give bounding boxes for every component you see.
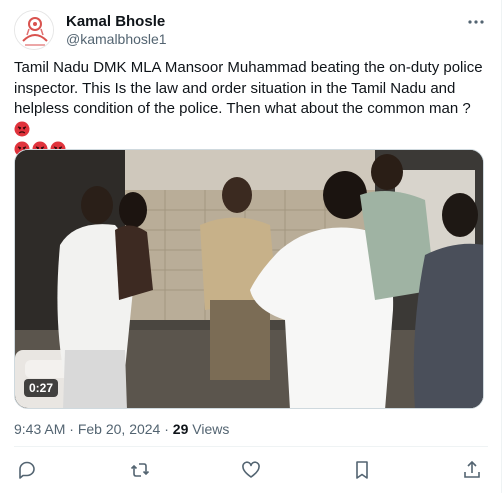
meta-separator: · (69, 421, 74, 437)
action-bar (14, 459, 484, 483)
share-icon[interactable] (461, 459, 483, 481)
like-icon[interactable] (240, 459, 262, 481)
views-count: 29 (172, 421, 189, 437)
views-label: Views (192, 421, 230, 437)
reply-icon[interactable] (16, 459, 38, 481)
video-duration-badge: 0:27 (24, 379, 59, 397)
tweet-body: Tamil Nadu DMK MLA Mansoor Muhammad beat… (14, 59, 483, 117)
tweet-time[interactable]: 9:43 AM (14, 421, 65, 437)
video-thumbnail: 3 (15, 150, 483, 408)
avatar[interactable] (14, 10, 54, 50)
avatar-logo-icon (15, 11, 53, 49)
more-dots-icon[interactable] (466, 12, 486, 32)
tweet-card: Kamal Bhosle @kamalbhosle1 Tamil Nadu DM… (0, 0, 502, 493)
video-player[interactable]: 3 0:27 (14, 149, 484, 409)
tweet-meta: 9:43 AM · Feb 20, 2024 · 29 Views (14, 421, 229, 437)
author-name[interactable]: Kamal Bhosle (66, 13, 165, 30)
bookmark-icon[interactable] (351, 459, 373, 481)
retweet-icon[interactable] (129, 459, 151, 481)
author-handle[interactable]: @kamalbhosle1 (66, 31, 167, 47)
divider (14, 446, 488, 447)
meta-separator: · (164, 421, 169, 437)
enraged-face-emoji (14, 121, 30, 136)
tweet-date[interactable]: Feb 20, 2024 (78, 421, 161, 437)
tweet-text: Tamil Nadu DMK MLA Mansoor Muhammad beat… (14, 58, 490, 161)
tweet-header: Kamal Bhosle @kamalbhosle1 (14, 10, 488, 50)
